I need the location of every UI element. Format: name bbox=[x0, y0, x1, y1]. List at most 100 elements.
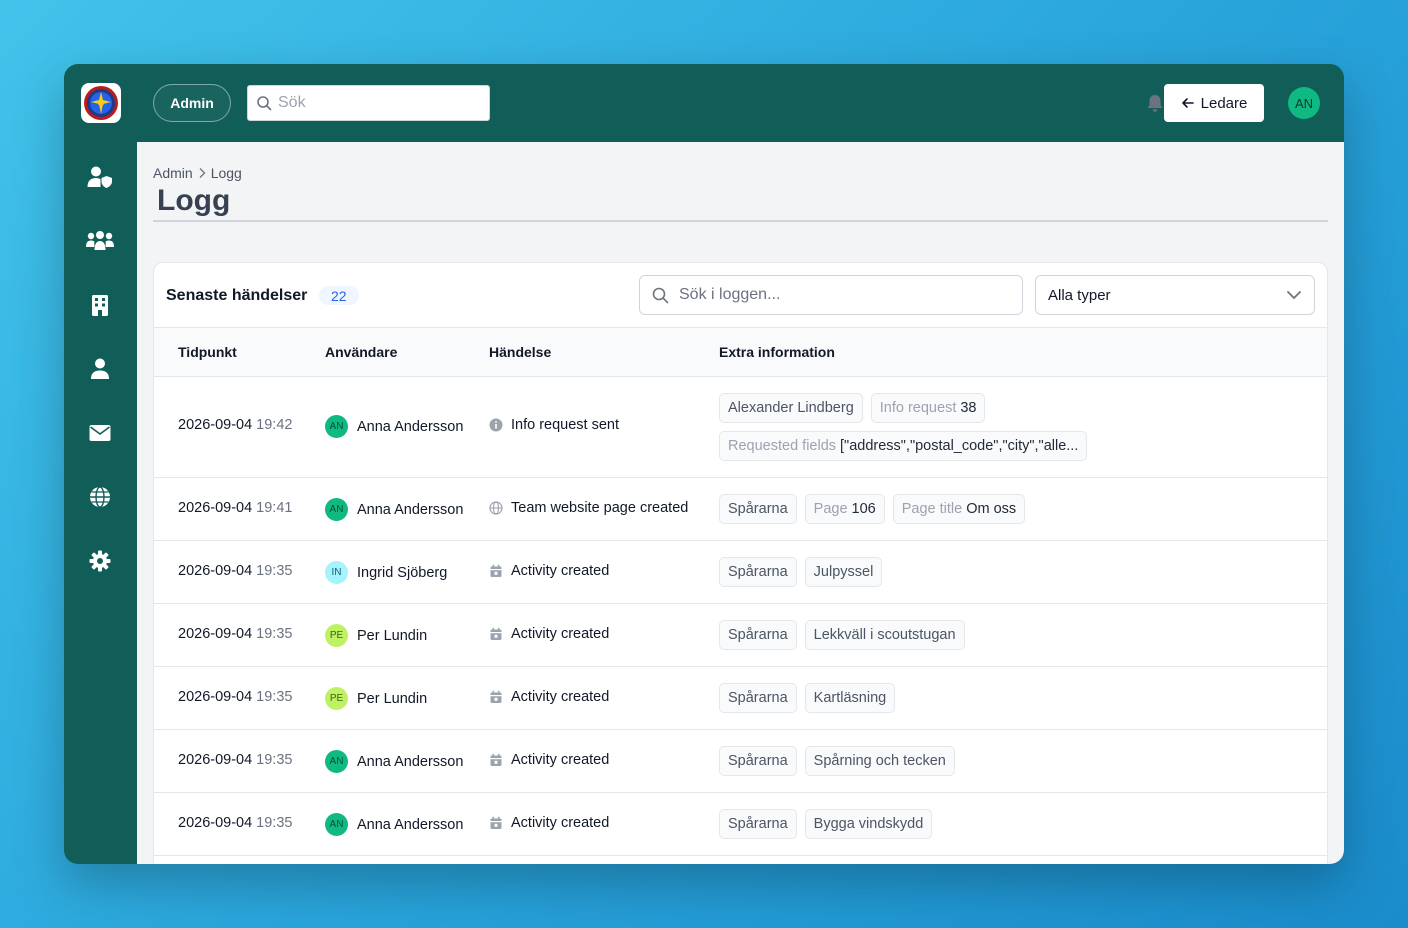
info-chip: Requested fields ["address","postal_code"… bbox=[719, 431, 1088, 461]
breadcrumb-current: Logg bbox=[210, 165, 242, 181]
event-name: Info request sent bbox=[511, 417, 620, 433]
extra-info: Spårarna Kartläsning bbox=[719, 683, 1279, 713]
admin-label: Admin bbox=[170, 95, 214, 111]
chevron-down-icon bbox=[1287, 291, 1301, 299]
avatar: PE bbox=[325, 624, 348, 647]
sidebar-item-website[interactable] bbox=[86, 483, 114, 511]
breadcrumb-admin[interactable]: Admin bbox=[153, 165, 193, 181]
app-window: Admin Ledare AN bbox=[64, 64, 1344, 864]
chevron-right-icon bbox=[199, 168, 206, 178]
info-chip: Lekkväll i scoutstugan bbox=[804, 620, 965, 650]
bell-icon[interactable] bbox=[1144, 92, 1166, 114]
table-row[interactable]: 2026-09-04 19:35 PE Per Lundin Activity … bbox=[154, 667, 1327, 730]
table-row[interactable]: 2026-09-04 19:35 AN Anna Andersson Activ… bbox=[154, 730, 1327, 793]
event-cell: Activity created bbox=[489, 815, 609, 831]
sidebar-item-organisation[interactable] bbox=[86, 291, 114, 319]
user-name[interactable]: Anna Andersson bbox=[357, 754, 463, 770]
column-header-user[interactable]: Användare bbox=[325, 344, 397, 360]
calendar-icon bbox=[490, 753, 502, 766]
envelope-icon bbox=[89, 425, 111, 441]
log-search-input[interactable] bbox=[679, 286, 999, 304]
info-chip: Spårarna bbox=[719, 683, 797, 713]
global-search[interactable] bbox=[247, 85, 490, 121]
row-time: 19:35 bbox=[256, 815, 293, 831]
avatar: AN bbox=[325, 750, 348, 773]
user-avatar[interactable]: AN bbox=[1288, 87, 1320, 119]
log-card: Senaste händelser 22 Alla typer bbox=[153, 262, 1328, 864]
info-chip: Kartläsning bbox=[804, 683, 896, 713]
calendar-icon bbox=[490, 627, 502, 640]
sidebar-item-profile[interactable] bbox=[86, 355, 114, 383]
extra-info: Spårarna Spårning och tecken bbox=[719, 746, 1279, 776]
row-date: 2026-09-04 bbox=[178, 500, 253, 516]
column-header-extra[interactable]: Extra information bbox=[719, 344, 835, 360]
table-row[interactable]: 2026-09-04 19:35 IN Ingrid Sjöberg Activ… bbox=[154, 541, 1327, 604]
row-date: 2026-09-04 bbox=[178, 815, 253, 831]
table-row[interactable]: 2026-09-04 19:42 AN Anna Andersson Info … bbox=[154, 377, 1327, 478]
row-date: 2026-09-04 bbox=[178, 563, 253, 579]
global-search-input[interactable] bbox=[278, 94, 478, 112]
event-cell: Activity created bbox=[489, 626, 609, 642]
row-time: 19:42 bbox=[256, 417, 293, 433]
column-header-time[interactable]: Tidpunkt bbox=[178, 344, 237, 360]
info-chip: Spårarna bbox=[719, 494, 797, 524]
event-name: Activity created bbox=[511, 815, 610, 831]
user-name[interactable]: Per Lundin bbox=[357, 691, 427, 707]
user-shield-icon bbox=[87, 166, 112, 188]
time-cell: 2026-09-04 19:35 bbox=[178, 815, 292, 831]
table-header: Tidpunkt Användare Händelse Extra inform… bbox=[154, 327, 1327, 377]
sidebar-item-messages[interactable] bbox=[86, 419, 114, 447]
info-chip: Bygga vindskydd bbox=[804, 809, 933, 839]
user-name[interactable]: Anna Andersson bbox=[357, 502, 463, 518]
time-cell: 2026-09-04 19:35 bbox=[178, 563, 292, 579]
sidebar-item-settings[interactable] bbox=[86, 547, 114, 575]
type-filter-value: Alla typer bbox=[1048, 286, 1111, 304]
info-circle-icon bbox=[489, 418, 503, 432]
globe-icon bbox=[90, 486, 110, 508]
event-cell: Activity created bbox=[489, 752, 609, 768]
main-content: Admin Logg Logg Senaste händelser 22 Sök… bbox=[137, 142, 1344, 864]
calendar-icon bbox=[490, 564, 502, 577]
sidebar-item-groups[interactable] bbox=[86, 227, 114, 255]
log-search[interactable] bbox=[639, 275, 1023, 315]
extra-info: Spårarna Bygga vindskydd bbox=[719, 809, 1279, 839]
user-cell: PE Per Lundin bbox=[325, 624, 427, 647]
calendar-icon bbox=[490, 816, 502, 829]
ledare-button[interactable]: Ledare bbox=[1164, 84, 1264, 122]
event-name: Team website page created bbox=[511, 500, 689, 516]
user-cell: AN Anna Andersson bbox=[325, 498, 463, 521]
avatar: IN bbox=[325, 561, 348, 584]
building-icon bbox=[92, 295, 108, 316]
user-name[interactable]: Ingrid Sjöberg bbox=[357, 565, 447, 581]
scout-logo[interactable] bbox=[81, 83, 121, 123]
table-row[interactable]: 2026-09-04 19:35 AN Anna Andersson Activ… bbox=[154, 793, 1327, 856]
row-time: 19:41 bbox=[256, 500, 293, 516]
table-row[interactable]: 2026-09-04 19:41 AN Anna Andersson Team … bbox=[154, 478, 1327, 541]
user-name[interactable]: Anna Andersson bbox=[357, 817, 463, 833]
info-chip: Alexander Lindberg bbox=[719, 393, 863, 423]
time-cell: 2026-09-04 19:35 bbox=[178, 626, 292, 642]
event-name: Activity created bbox=[511, 689, 610, 705]
event-cell: Activity created bbox=[489, 689, 609, 705]
search-icon bbox=[257, 96, 272, 111]
user-name[interactable]: Per Lundin bbox=[357, 628, 427, 644]
table-row[interactable]: 2026-09-04 19:35 PE Per Lundin Activity … bbox=[154, 604, 1327, 667]
calendar-icon bbox=[490, 690, 502, 703]
row-date: 2026-09-04 bbox=[178, 626, 253, 642]
arrow-left-icon bbox=[1181, 98, 1194, 108]
log-count: 22 bbox=[331, 287, 347, 304]
sidebar-item-members[interactable] bbox=[86, 163, 114, 191]
column-header-event[interactable]: Händelse bbox=[489, 344, 551, 360]
avatar: AN bbox=[325, 498, 348, 521]
event-name: Activity created bbox=[511, 752, 610, 768]
type-filter-select[interactable]: Alla typer bbox=[1035, 275, 1315, 315]
avatar: AN bbox=[325, 415, 348, 438]
gear-icon bbox=[89, 550, 111, 572]
info-chip: Spårning och tecken bbox=[804, 746, 955, 776]
admin-button[interactable]: Admin bbox=[153, 84, 231, 122]
user-cell: AN Anna Andersson bbox=[325, 750, 463, 773]
user-cell: AN Anna Andersson bbox=[325, 415, 463, 438]
page-title: Logg bbox=[157, 184, 231, 217]
row-date: 2026-09-04 bbox=[178, 417, 253, 433]
user-name[interactable]: Anna Andersson bbox=[357, 419, 463, 435]
